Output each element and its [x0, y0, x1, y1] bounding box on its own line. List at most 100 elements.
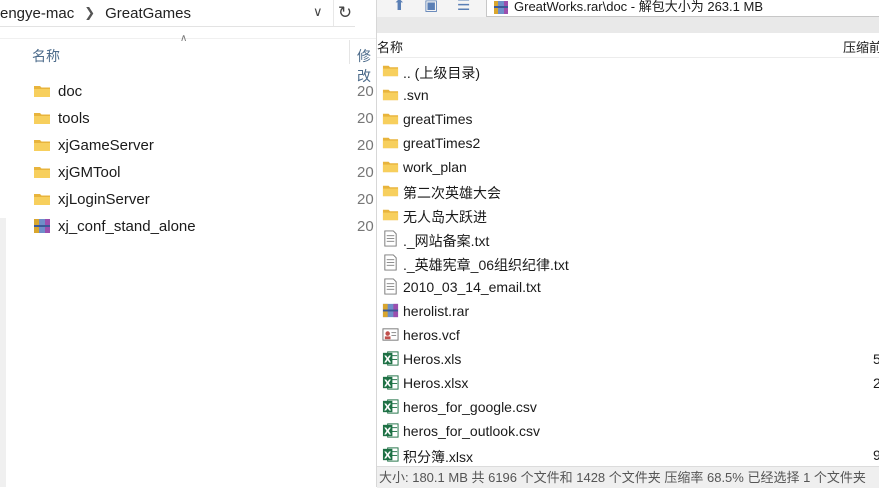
up-arrow-icon[interactable]: ⬆	[393, 0, 406, 14]
explorer-row[interactable]: tools 20	[0, 106, 376, 133]
file-name: greatTimes2	[403, 135, 481, 151]
file-name: .svn	[403, 87, 429, 103]
file-name: 无人岛大跃进	[403, 209, 487, 225]
rar-archive-icon	[382, 302, 399, 319]
text-file-icon	[382, 230, 399, 247]
excel-icon: X	[382, 374, 399, 391]
folder-icon	[382, 62, 399, 79]
svg-text:X: X	[384, 450, 392, 461]
date-modified: 20	[357, 191, 374, 208]
archive-path-field[interactable]: GreatWorks.rar\doc - 解包大小为 263.1 MB	[486, 0, 879, 17]
svg-text:X: X	[384, 402, 392, 413]
archive-row[interactable]: greatTimes2	[377, 131, 879, 155]
column-header-name[interactable]: 名称	[377, 37, 403, 56]
list-view-icon[interactable]: ☰	[457, 0, 470, 14]
address-bar[interactable]: engye-mac ❯ GreatGames ∨ ↻	[0, 0, 355, 27]
archive-row[interactable]: 第二次英雄大会	[377, 179, 879, 203]
file-name: xjGameServer	[58, 137, 154, 154]
folder-icon	[33, 163, 51, 181]
file-name: 2010_03_14_email.txt	[403, 279, 541, 295]
folder-icon	[382, 110, 399, 127]
file-name: heros_for_outlook.csv	[403, 423, 540, 439]
address-dropdown-chevron-down-icon[interactable]: ∨	[313, 4, 323, 20]
folder-icon	[33, 190, 51, 208]
toolbar-band	[377, 17, 879, 33]
file-name: xjGMTool	[58, 164, 121, 181]
archive-row[interactable]: X Heros.xlsx 2	[377, 371, 879, 395]
archive-row[interactable]: Xheros_for_outlook.csv	[377, 419, 879, 443]
excel-icon: X	[382, 446, 399, 463]
status-bar: 大小: 180.1 MB 共 6196 个文件和 1428 个文件夹 压缩率 6…	[377, 466, 879, 488]
archive-row[interactable]: 2010_03_14_email.txt	[377, 275, 879, 299]
file-name: Heros.xls	[403, 351, 462, 367]
file-name: xjLoginServer	[58, 191, 150, 208]
archive-row[interactable]: .svn	[377, 83, 879, 107]
column-header-packed-size[interactable]: 压缩前	[843, 37, 879, 56]
archive-path-text: GreatWorks.rar\doc - 解包大小为 263.1 MB	[514, 0, 763, 14]
date-modified: 20	[357, 83, 374, 100]
folder-icon	[382, 86, 399, 103]
archive-row[interactable]: herolist.rar	[377, 299, 879, 323]
archive-file-list: .. (上级目录) .svn greatTimes greatTimes2 work_p…	[377, 59, 879, 465]
address-segment-user[interactable]: engye-mac	[0, 5, 74, 22]
file-name: .. (上级目录)	[403, 65, 480, 81]
folder-icon	[382, 134, 399, 151]
folder-icon	[382, 158, 399, 175]
file-explorer-window: engye-mac ❯ GreatGames ∨ ↻ ∧ 名称 修改 doc 20…	[0, 0, 376, 487]
svg-text:X: X	[384, 354, 392, 365]
refresh-button[interactable]: ↻	[333, 0, 356, 26]
archive-row[interactable]: 无人岛大跃进	[377, 203, 879, 227]
text-file-icon	[382, 254, 399, 271]
folder-icon	[33, 136, 51, 154]
folder-icon	[382, 182, 399, 199]
archive-row[interactable]: greatTimes	[377, 107, 879, 131]
folder-icon	[382, 206, 399, 223]
column-divider[interactable]	[349, 40, 350, 64]
excel-icon: X	[382, 398, 399, 415]
svg-text:X: X	[384, 426, 392, 437]
folder-icon	[33, 109, 51, 127]
file-name: ._网站备案.txt	[403, 233, 490, 249]
packed-size: 9	[873, 447, 879, 463]
breadcrumb-chevron-right-icon: ❯	[84, 5, 96, 20]
archive-row[interactable]: .. (上级目录)	[377, 59, 879, 83]
explorer-row[interactable]: xj_conf_stand_alone 20	[0, 214, 376, 241]
excel-icon: X	[382, 422, 399, 439]
date-modified: 20	[357, 218, 374, 235]
explorer-row[interactable]: xjGMTool 20	[0, 160, 376, 187]
svg-text:X: X	[384, 378, 392, 389]
file-name: greatTimes	[403, 111, 473, 127]
packed-size: 5	[873, 351, 879, 367]
date-modified: 20	[357, 110, 374, 127]
archive-row[interactable]: Xheros_for_google.csv	[377, 395, 879, 419]
excel-icon: X	[382, 350, 399, 367]
explorer-row[interactable]: doc 20	[0, 79, 376, 106]
text-file-icon	[382, 278, 399, 295]
date-modified: 20	[357, 137, 374, 154]
packed-size: 2	[873, 375, 879, 391]
contact-card-icon	[382, 326, 399, 343]
header-separator	[0, 38, 376, 39]
archive-row[interactable]: ._英雄宪章_06组织纪律.txt	[377, 251, 879, 275]
explorer-row[interactable]: xjLoginServer 20	[0, 187, 376, 214]
file-name: heros_for_google.csv	[403, 399, 537, 415]
sort-ascending-icon: ∧	[180, 33, 188, 44]
file-name: xj_conf_stand_alone	[58, 218, 196, 235]
file-name: ._英雄宪章_06组织纪律.txt	[403, 257, 569, 273]
drive-icon[interactable]: ▣	[424, 0, 438, 14]
archive-row[interactable]: work_plan	[377, 155, 879, 179]
file-name: Heros.xlsx	[403, 375, 469, 391]
rar-archive-icon	[33, 217, 51, 235]
address-segment-current[interactable]: GreatGames	[105, 5, 191, 22]
archive-row[interactable]: X 积分簿.xlsx 9	[377, 443, 879, 465]
file-name: herolist.rar	[403, 303, 470, 319]
rar-archive-icon	[494, 0, 508, 14]
folder-icon	[33, 82, 51, 100]
archive-row[interactable]: ._网站备案.txt	[377, 227, 879, 251]
column-header-name[interactable]: 名称	[32, 46, 60, 66]
explorer-row[interactable]: xjGameServer 20	[0, 133, 376, 160]
archive-row[interactable]: X Heros.xls 5	[377, 347, 879, 371]
archive-row[interactable]: heros.vcf	[377, 323, 879, 347]
file-name: tools	[58, 110, 90, 127]
file-name: 积分簿.xlsx	[403, 449, 473, 465]
